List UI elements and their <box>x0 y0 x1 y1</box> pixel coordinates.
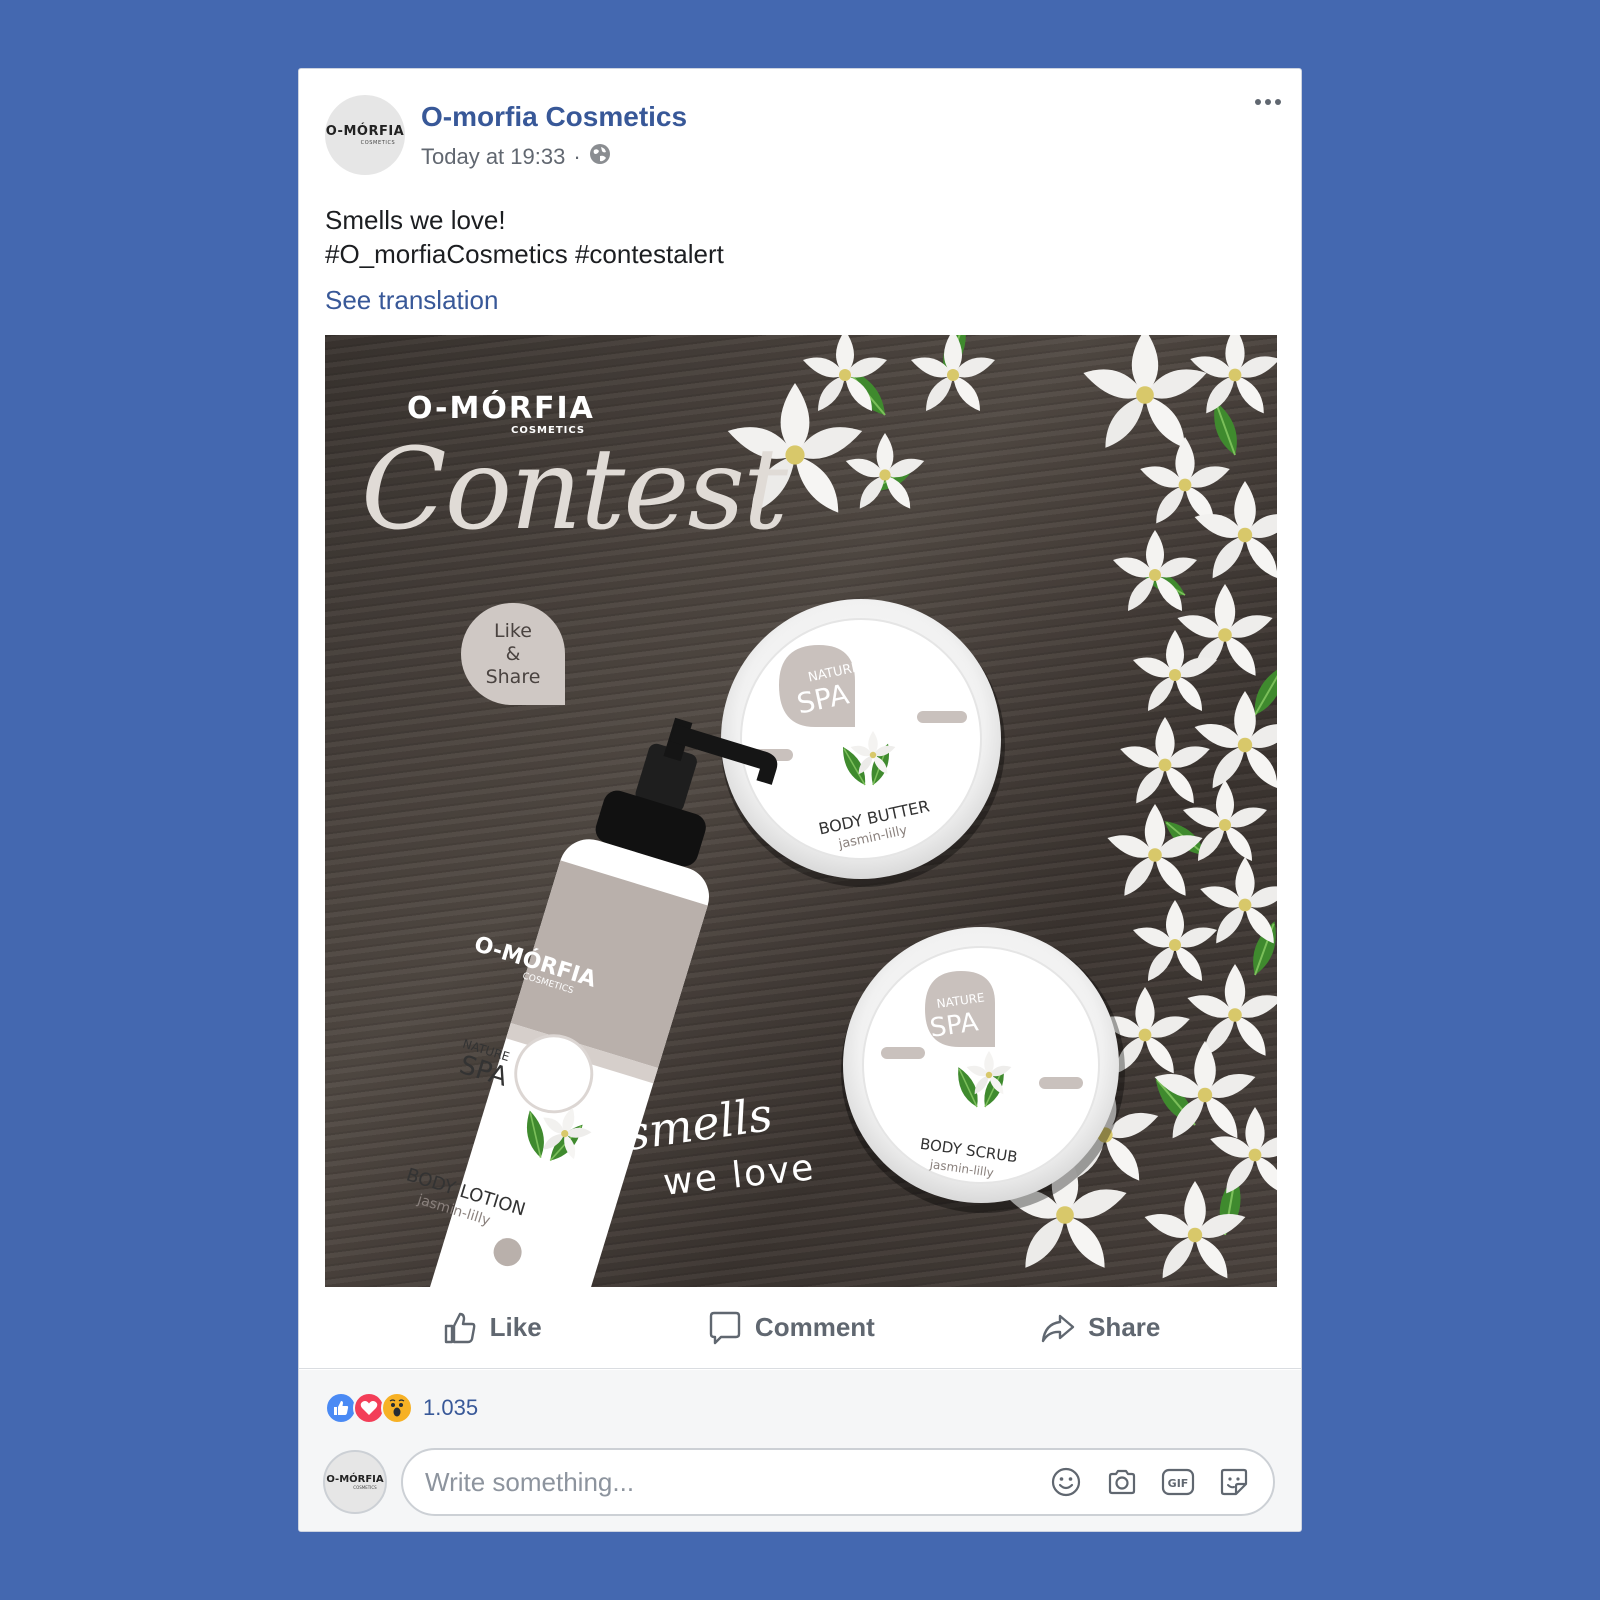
share-button[interactable]: Share <box>1040 1310 1160 1346</box>
comment-label: Comment <box>754 1312 875 1342</box>
comment-button[interactable]: Comment <box>707 1310 875 1346</box>
post-card: O-MÓRFIA COSMETICS O-morfia Cosmetics To… <box>298 68 1302 1532</box>
svg-text:GIF: GIF <box>1168 1477 1189 1490</box>
like-label: Like <box>489 1312 542 1342</box>
reaction-summary[interactable]: 1.035 <box>325 1392 478 1424</box>
comment-icon <box>709 1311 741 1344</box>
comment-tools: GIF <box>1049 1465 1251 1499</box>
badge-line: & <box>505 642 521 665</box>
avatar-logo-subtext: COSMETICS <box>353 1485 377 1490</box>
see-translation-link[interactable]: See translation <box>325 285 498 316</box>
badge-line: Share <box>485 665 541 688</box>
image-brand-logo: O-MÓRFIA <box>407 391 595 426</box>
post-footer: 1.035 O-MÓRFIA COSMETICS Write something… <box>299 1370 1301 1531</box>
post-text-line: Smells we love! <box>325 205 506 235</box>
post-meta: Today at 19:33 · <box>421 143 611 171</box>
like-button[interactable]: Like <box>442 1310 542 1346</box>
more-options-button[interactable] <box>1255 99 1281 105</box>
gif-icon[interactable]: GIF <box>1161 1465 1195 1499</box>
post-hashtags[interactable]: #O_morfiaCosmetics #contestalert <box>325 237 724 271</box>
page-name-link[interactable]: O-morfia Cosmetics <box>421 101 687 133</box>
sticker-icon[interactable] <box>1217 1465 1251 1499</box>
like-share-badge: Like & Share <box>461 603 565 705</box>
post-text: Smells we love! #O_morfiaCosmetics #cont… <box>325 203 724 271</box>
post-timestamp[interactable]: Today at 19:33 <box>421 144 565 170</box>
comment-composer: GIF <box>401 1448 1275 1516</box>
avatar-logo-subtext: COSMETICS <box>360 140 396 146</box>
commenter-avatar[interactable]: O-MÓRFIA COSMETICS <box>323 1450 387 1514</box>
dot <box>1265 99 1271 105</box>
comment-input[interactable] <box>425 1466 1049 1498</box>
post-actions-bar: Like Comment Share <box>299 1287 1301 1369</box>
camera-icon[interactable] <box>1105 1465 1139 1499</box>
page-avatar[interactable]: O-MÓRFIA COSMETICS <box>325 95 405 175</box>
post-image[interactable]: NATURE SPA BODY BUTTER jasmin-lilly NATU… <box>325 335 1277 1287</box>
avatar-logo-text: O-MÓRFIA <box>326 1474 384 1485</box>
dot <box>1275 99 1281 105</box>
reaction-count[interactable]: 1.035 <box>423 1395 478 1421</box>
badge-line: Like <box>494 619 532 642</box>
image-headline: Contest <box>361 425 788 555</box>
meta-separator: · <box>573 144 581 169</box>
dot <box>1255 99 1261 105</box>
wow-reaction-icon <box>381 1392 413 1424</box>
globe-icon[interactable] <box>589 143 611 171</box>
share-label: Share <box>1088 1312 1161 1342</box>
thumbs-up-icon <box>444 1312 476 1343</box>
avatar-logo-text: O-MÓRFIA <box>325 124 405 139</box>
share-icon <box>1041 1314 1075 1342</box>
emoji-icon[interactable] <box>1049 1465 1083 1499</box>
